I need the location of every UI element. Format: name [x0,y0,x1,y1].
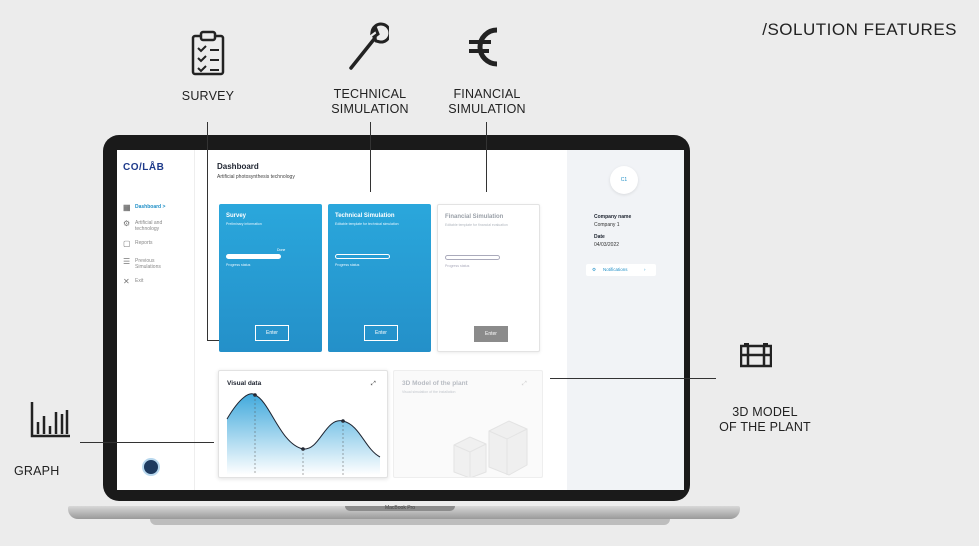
expand-icon[interactable]: ⤢ [522,381,527,388]
company-label: Company name [594,214,632,220]
app-screen: CO/LÅB ▦ Dashboard > ⚙ Artificial and te… [117,150,684,490]
card-technical-simulation: Technical Simulation Editable template f… [328,204,431,352]
sidebar-item-label: Exit [135,278,144,284]
page-subtitle: Artificial photosynthesis technology [217,174,295,180]
enter-button[interactable]: Enter [474,326,508,342]
enter-button[interactable]: Enter [364,325,398,341]
card-done-label: Done [277,248,286,252]
progress-label: Progress status [445,264,470,268]
feature-model-label: 3D MODEL OF THE PLANT [719,405,811,434]
connector-financial [486,122,487,192]
progress-bar [445,255,500,260]
page-heading: /SOLUTION FEATURES [762,20,957,39]
sidebar-item-exit[interactable]: ✕ Exit [123,278,143,286]
date-value: 04/03/2022 [594,242,620,248]
document-icon: ▢ [123,239,131,248]
progress-label: Progress status [226,263,251,267]
expand-icon[interactable]: ⤢ [371,381,376,388]
progress-label: Progress status [335,263,360,267]
visual-data-panel[interactable]: Visual data ⤢ [218,370,388,478]
sidebar: CO/LÅB ▦ Dashboard > ⚙ Artificial and te… [117,150,195,490]
card-survey: Survey Preliminary information Done Prog… [219,204,322,352]
clipboard-checklist-icon [191,30,225,76]
connector-graph [80,442,214,443]
visual-data-chart [226,393,381,475]
gear-icon: ⚙ [123,219,131,228]
logo: CO/LÅB [123,162,165,173]
card-title: Survey [226,213,247,219]
notifications-label: Notifications [603,267,628,272]
connector-model [550,378,716,379]
connector-survey [207,122,208,340]
page-title: Dashboard [217,162,259,171]
chevron-right-icon: › [644,267,646,272]
card-subtitle: Editable template for financial evaluati… [445,223,508,227]
right-panel: C1 Company name Company 1 Date 04/03/202… [567,150,684,490]
feature-survey-label: SURVEY [181,89,235,103]
grid-icon: ▦ [123,203,131,212]
feature-graph-label: GRAPH [14,464,60,478]
card-title: Technical Simulation [335,213,395,219]
feature-financial-label: FINANCIAL SIMULATION [448,87,526,116]
enter-button[interactable]: Enter [255,325,289,341]
company-avatar[interactable]: C1 [610,166,638,194]
list-icon: ☰ [123,257,131,266]
notifications-button[interactable]: ⚙ Notifications › [586,264,656,276]
laptop-shadow [150,519,670,525]
user-avatar[interactable] [142,458,160,476]
sidebar-item-label: Dashboard > [135,204,166,210]
date-label: Date [594,234,605,240]
sidebar-item-reports[interactable]: ▢ Reports [123,240,153,248]
model-cubes [453,420,528,477]
feature-technical-label: TECHNICAL SIMULATION [331,87,409,116]
panel-title: Visual data [227,380,262,387]
laptop-label: MacBook Pro [384,505,415,511]
sidebar-item-dashboard[interactable]: ▦ Dashboard > [123,204,165,212]
card-subtitle: Editable template for technical simulati… [335,222,399,226]
wrench-icon [349,22,389,70]
connector-survey-h [207,340,219,341]
card-subtitle: Preliminary information [226,222,262,226]
model-panel[interactable]: 3D Model of the plant Visual simulation … [393,370,543,478]
progress-bar [335,254,390,259]
sidebar-item-label: Previous Simulations [135,258,161,270]
bar-chart-icon [30,402,70,438]
connector-technical [370,122,371,192]
company-value: Company 1 [594,222,620,228]
panel-subtitle: Visual simulation of the installation [402,390,456,394]
sidebar-item-technology[interactable]: ⚙ Artificial and technology [123,219,163,233]
progress-bar [226,254,281,259]
sidebar-item-previous-simulations[interactable]: ☰ Previous Simulations [123,257,161,271]
panel-title: 3D Model of the plant [402,380,468,387]
sidebar-item-label: Artificial and technology [135,220,163,232]
card-title: Financial Simulation [445,214,504,220]
plant-icon [740,343,772,368]
sidebar-item-label: Reports [135,240,153,246]
card-financial-simulation: Financial Simulation Editable template f… [437,204,540,352]
close-icon: ✕ [123,277,130,286]
euro-icon [469,27,498,67]
bell-icon: ⚙ [592,267,597,272]
